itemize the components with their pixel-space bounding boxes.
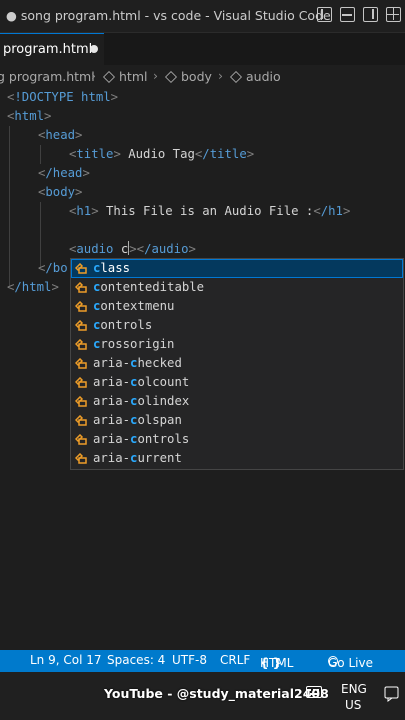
encoding[interactable]: UTF-8 — [172, 653, 207, 667]
symbol-element-icon — [102, 70, 116, 84]
symbol-property-icon — [75, 263, 87, 274]
suggestion-item[interactable]: aria-controls — [71, 430, 403, 449]
chevron-right-icon: › — [218, 68, 223, 83]
layout-controls — [317, 7, 401, 22]
notification-icon[interactable] — [384, 686, 400, 702]
breadcrumb-file[interactable]: g program.html — [0, 69, 95, 84]
tab-bar: program.html — [0, 33, 405, 65]
suggestion-item[interactable]: aria-colindex — [71, 392, 403, 411]
code-line-2: <html> — [7, 109, 52, 123]
code-line-5: </head> — [38, 166, 90, 180]
suggestion-item[interactable]: aria-colcount — [71, 373, 403, 392]
suggestion-rest: olcount — [137, 375, 190, 389]
code-line-4: <title> Audio Tag</title> — [69, 147, 255, 161]
suggestion-widget: class contenteditable contextmenu controls c… — [70, 258, 404, 470]
indent-guide — [9, 126, 10, 286]
suggestion-rest: urrent — [137, 451, 182, 465]
keyboard-icon[interactable] — [306, 686, 322, 698]
suggestion-item[interactable]: controls — [71, 316, 403, 335]
symbol-property-icon — [75, 301, 87, 312]
suggestion-rest: olindex — [137, 394, 190, 408]
suggestion-item[interactable]: class — [71, 259, 403, 278]
suggestion-rest: hecked — [137, 356, 182, 370]
code-line-10: </bo — [38, 261, 68, 275]
symbol-property-icon — [75, 358, 87, 369]
layout-sidebar-right-icon[interactable] — [363, 7, 378, 22]
window-title: ● song program.html - vs code - Visual S… — [6, 8, 331, 23]
suggestion-prefix: aria- — [93, 375, 131, 389]
suggestion-rest: lass — [100, 261, 131, 275]
breadcrumb-audio[interactable]: audio — [229, 69, 281, 84]
suggestion-item[interactable]: aria-colspan — [71, 411, 403, 430]
code-line-7: <h1> This File is an Audio File :</h1> — [69, 204, 351, 218]
suggestion-item[interactable]: aria-checked — [71, 354, 403, 373]
breadcrumb: g program.html › html › body › audio — [0, 66, 405, 88]
breadcrumb-body[interactable]: body — [164, 69, 212, 84]
indentation[interactable]: Spaces: 4 — [107, 653, 165, 667]
status-bar: Ln 9, Col 17 Spaces: 4 UTF-8 CRLF { } HT… — [0, 650, 405, 672]
breadcrumb-html[interactable]: html — [102, 69, 147, 84]
code-line-6: <body> — [38, 185, 83, 199]
symbol-property-icon — [75, 453, 87, 464]
tab-program-html[interactable]: program.html — [0, 33, 104, 65]
unsaved-dot-icon[interactable] — [90, 45, 98, 53]
suggestion-prefix: aria- — [93, 356, 131, 370]
layout-sidebar-left-icon[interactable] — [317, 7, 332, 22]
suggestion-rest: olspan — [137, 413, 182, 427]
end-of-line[interactable]: CRLF — [220, 653, 250, 667]
symbol-property-icon — [75, 377, 87, 388]
cursor-position[interactable]: Ln 9, Col 17 — [30, 653, 102, 667]
code-line-11: </html> — [7, 280, 59, 294]
suggestion-item[interactable]: contenteditable — [71, 278, 403, 297]
chevron-right-icon: › — [153, 68, 158, 83]
suggestion-rest: ontrols — [137, 432, 190, 446]
suggestion-item[interactable]: contextmenu — [71, 297, 403, 316]
suggestion-prefix: aria- — [93, 394, 131, 408]
chevron-right-icon: › — [91, 68, 96, 83]
suggestion-prefix: aria- — [93, 432, 131, 446]
suggestion-rest: rossorigin — [100, 337, 175, 351]
symbol-property-icon — [75, 339, 87, 350]
symbol-property-icon — [75, 282, 87, 293]
symbol-property-icon — [75, 434, 87, 445]
suggestion-rest: ontenteditable — [100, 280, 205, 294]
layout-panel-icon[interactable] — [340, 7, 355, 22]
tab-label: program.html — [3, 42, 93, 57]
suggestion-prefix: aria- — [93, 413, 131, 427]
suggestion-item[interactable]: aria-current — [71, 449, 403, 468]
symbol-element-icon — [229, 70, 243, 84]
suggestion-list: class contenteditable contextmenu controls c… — [71, 259, 403, 468]
input-region[interactable]: US — [345, 698, 361, 712]
symbol-property-icon — [75, 320, 87, 331]
suggestion-prefix: aria- — [93, 451, 131, 465]
code-line-9: <audio c></audio> — [69, 241, 196, 256]
symbol-property-icon — [75, 415, 87, 426]
taskbar: YouTube - @study_material2408 ENG US — [0, 672, 405, 720]
customize-layout-icon[interactable] — [386, 7, 401, 22]
suggestion-item[interactable]: crossorigin — [71, 335, 403, 354]
title-bar: ● song program.html - vs code - Visual S… — [0, 0, 405, 33]
suggestion-rest: ontextmenu — [100, 299, 175, 313]
code-line-1: <!DOCTYPE html> — [7, 90, 119, 104]
symbol-element-icon — [164, 70, 178, 84]
input-language[interactable]: ENG — [341, 682, 367, 696]
suggestion-rest: ontrols — [100, 318, 153, 332]
symbol-property-icon — [75, 396, 87, 407]
indent-guide — [40, 145, 41, 164]
youtube-watermark: YouTube - @study_material2408 — [104, 686, 329, 701]
code-line-3: <head> — [38, 128, 83, 142]
